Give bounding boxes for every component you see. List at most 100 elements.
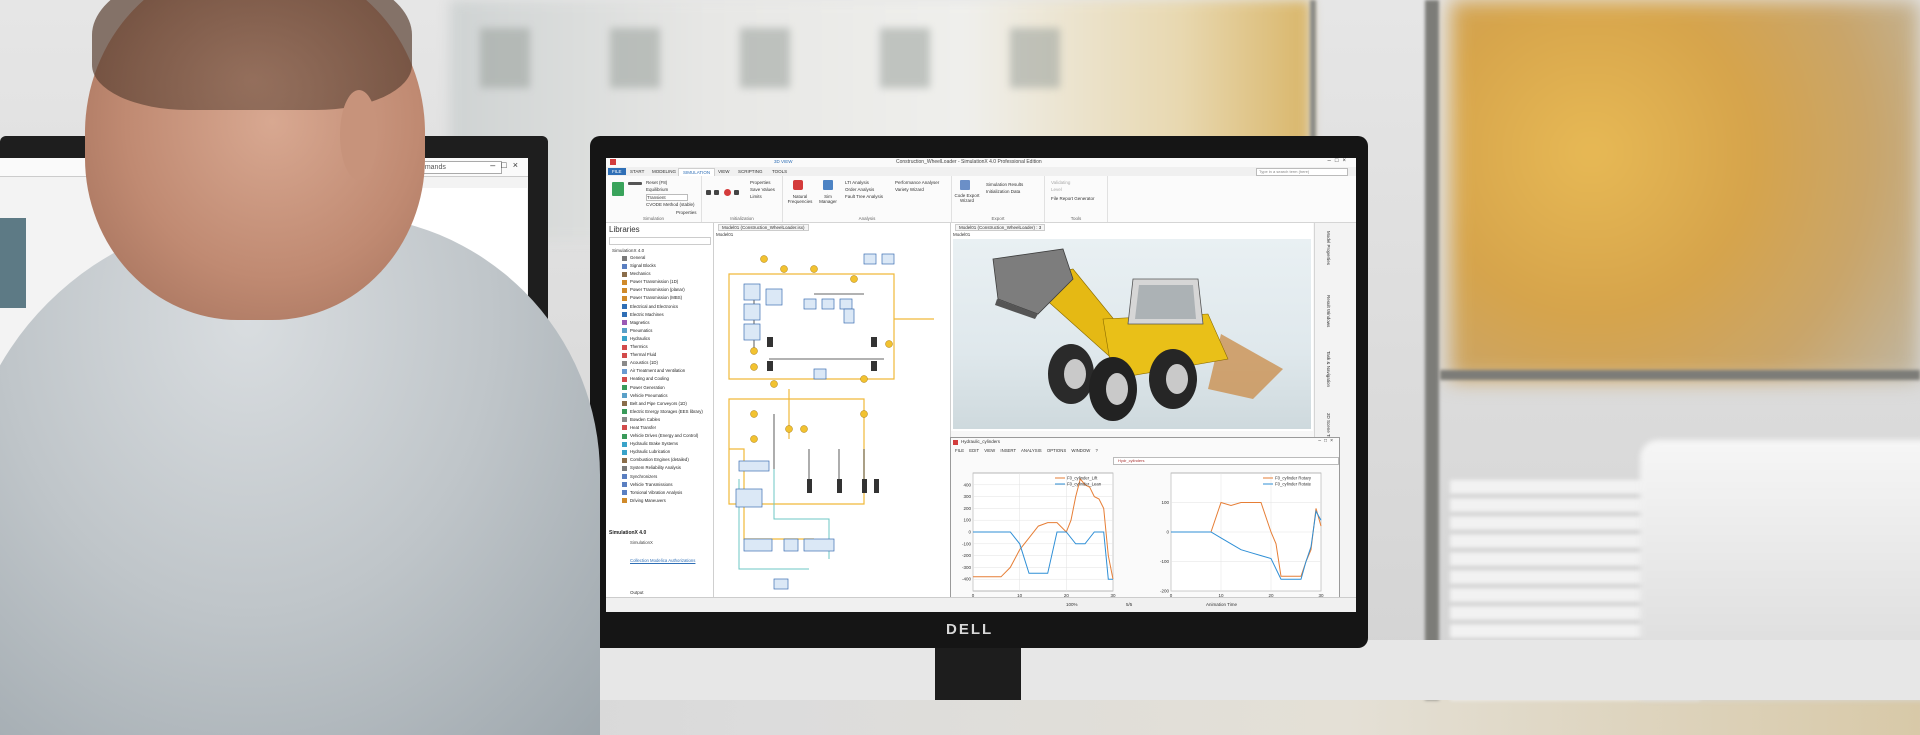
library-item[interactable]: Air Treatment and Ventilation — [622, 367, 703, 375]
library-item[interactable]: Power Transmission (1D) — [622, 278, 703, 286]
library-tree-root[interactable]: SimulationX 4.0 — [612, 248, 644, 253]
library-search-input[interactable] — [609, 237, 711, 245]
order-analysis-button[interactable]: Order Analysis — [845, 187, 874, 192]
file-report-generator-button[interactable]: File Report Generator — [1051, 196, 1095, 201]
library-item[interactable]: Power Generation — [622, 384, 703, 392]
validating-button[interactable]: Validating — [1051, 180, 1070, 185]
library-item-icon — [622, 401, 627, 407]
library-item[interactable]: Magnetics — [622, 319, 703, 327]
library-item[interactable]: Power Transmission (planar) — [622, 286, 703, 294]
sim-manager-icon[interactable] — [823, 180, 833, 190]
window-controls[interactable]: –□× — [490, 160, 524, 170]
library-item[interactable]: Pneumatics — [622, 327, 703, 335]
library-item[interactable]: Electric Energy Storages (EES library) — [622, 408, 703, 416]
fault-tree-button[interactable]: Fault Tree Analysis — [845, 194, 883, 199]
library-item[interactable]: Bowden Cables — [622, 416, 703, 424]
search-input[interactable]: Type in a search term (here) — [1256, 168, 1348, 176]
window-controls[interactable]: –□× — [1328, 158, 1350, 164]
library-item[interactable]: Heat Transfer — [622, 424, 703, 432]
3d-view-subtab[interactable]: Model01 — [953, 232, 970, 237]
library-item[interactable]: Driving Maneuvers — [622, 497, 703, 505]
library-item[interactable]: Vehicle Drives (Energy and Control) — [622, 432, 703, 440]
library-item[interactable]: System Reliability Analysis — [622, 464, 703, 472]
step-back-icon[interactable] — [706, 190, 711, 195]
library-info-link[interactable]: Collection Modelica Authorizations — [630, 558, 695, 563]
library-item[interactable]: Signal Blocks — [622, 262, 703, 270]
model-diagram[interactable] — [714, 239, 950, 599]
library-item[interactable]: Synchronizers — [622, 473, 703, 481]
variety-wizard-button[interactable]: Variety Wizard — [895, 187, 924, 192]
code-export-button[interactable]: Code Export Wizard — [954, 193, 980, 203]
library-item[interactable]: Mechanics — [622, 270, 703, 278]
plot-menu-view[interactable]: VIEW — [984, 448, 995, 453]
natural-frequencies-button[interactable]: Natural Frequencies — [785, 194, 815, 204]
library-item[interactable]: Vehicle Pneumatics — [622, 392, 703, 400]
level-button[interactable]: Level — [1051, 187, 1062, 192]
plot-menu-analysis[interactable]: ANALYSIS — [1021, 448, 1042, 453]
limits-button[interactable]: Limits — [750, 194, 762, 199]
library-item[interactable]: Thermal Fluid — [622, 351, 703, 359]
3d-view-doc-tab[interactable]: Model01 (Construction_WheelLoader) : 3 — [955, 224, 1046, 231]
side-tab-result-windows[interactable]: Result Windows — [1326, 295, 1331, 327]
tab-file[interactable]: FILE — [608, 168, 626, 175]
side-tab-model-properties[interactable]: Model Properties — [1326, 231, 1331, 265]
library-item[interactable]: Hydraulic Lubrication — [622, 448, 703, 456]
simulation-properties-button[interactable]: Properties — [676, 210, 697, 215]
solver-select[interactable]: CVODE Method (stable) — [646, 202, 695, 207]
pause-icon[interactable] — [734, 190, 739, 195]
method-select[interactable]: Transient — [646, 194, 688, 201]
plot-area[interactable]: 4003002001000-100-200-300-4000 10 20 30F0_c… — [951, 465, 1339, 605]
y-tick-label: -400 — [962, 577, 972, 582]
output-tab[interactable]: Output — [630, 590, 644, 595]
natural-frequencies-icon[interactable] — [793, 180, 803, 190]
ribbon-group-export: Code Export Wizard Simulation Results In… — [952, 176, 1045, 222]
plot-menu-window[interactable]: WINDOW — [1071, 448, 1090, 453]
library-item[interactable]: Combustion Engines (detailed) — [622, 456, 703, 464]
plot-window-controls[interactable]: –□× — [1318, 438, 1336, 444]
library-item[interactable]: Heating and Cooling — [622, 375, 703, 383]
plot-menu-options[interactable]: OPTIONS — [1047, 448, 1066, 453]
library-item[interactable]: Hydraulic Brake Systems — [622, 440, 703, 448]
tab-modeling[interactable]: MODELING — [648, 168, 680, 175]
plot-selector[interactable]: Hydr_cylinders — [1113, 457, 1339, 465]
library-item[interactable]: Vehicle Transmissions — [622, 481, 703, 489]
reset-button[interactable]: Reset (F8) — [646, 180, 667, 185]
library-item[interactable]: Acoustics (1D) — [622, 359, 703, 367]
lti-analysis-button[interactable]: LTI Analysis — [845, 180, 869, 185]
left-app-search-input[interactable]: mmands — [415, 161, 502, 174]
step-forward-icon[interactable] — [714, 190, 719, 195]
stop-icon[interactable] — [724, 189, 731, 196]
plot-menu-help[interactable]: ? — [1095, 448, 1097, 453]
schematic-subtab[interactable]: Model01 — [716, 232, 733, 237]
library-item[interactable]: General — [622, 254, 703, 262]
library-item[interactable]: Torsional Vibration Analysis — [622, 489, 703, 497]
sim-manager-button[interactable]: Sim Manager — [817, 194, 839, 204]
init-properties-button[interactable]: Properties — [750, 180, 771, 185]
simulationx-screen: 3D VIEW Construction_WheelLoader - Simul… — [606, 158, 1356, 612]
library-item[interactable]: Hydraulics — [622, 335, 703, 343]
library-item[interactable]: Power Transmission (MBS) — [622, 294, 703, 302]
tab-simulation[interactable]: SIMULATION — [678, 168, 716, 176]
save-values-button[interactable]: Save Values — [750, 187, 775, 192]
tab-tools[interactable]: TOOLS — [768, 168, 791, 175]
window-frame — [1440, 370, 1920, 380]
library-item[interactable]: Electric Machines — [622, 311, 703, 319]
tab-view[interactable]: VIEW — [714, 168, 734, 175]
tab-start[interactable]: START — [626, 168, 648, 175]
side-tab-task-navigation[interactable]: Task & Navigation — [1326, 351, 1331, 387]
plot-menu-edit[interactable]: EDIT — [969, 448, 979, 453]
plot-menu-file[interactable]: FILE — [955, 448, 964, 453]
code-export-icon[interactable] — [960, 180, 970, 190]
tab-scripting[interactable]: SCRIPTING — [734, 168, 767, 175]
play-icon[interactable] — [612, 182, 624, 196]
3d-viewport[interactable] — [953, 239, 1311, 429]
performance-analyser-button[interactable]: Performance Analyser — [895, 180, 939, 185]
library-item[interactable]: Thermics — [622, 343, 703, 351]
plot-menu-insert[interactable]: INSERT — [1000, 448, 1016, 453]
equilibrium-button[interactable]: Equilibrium — [646, 187, 668, 192]
schematic-doc-tab[interactable]: Model01 (Construction_WheelLoader.isx) — [718, 224, 809, 231]
library-item[interactable]: Electrical and Electronics — [622, 303, 703, 311]
library-item[interactable]: Belt and Pipe Conveyors (1D) — [622, 400, 703, 408]
simulation-results-button[interactable]: Simulation Results — [986, 182, 1023, 187]
initialization-data-button[interactable]: Initialization Data — [986, 189, 1020, 194]
